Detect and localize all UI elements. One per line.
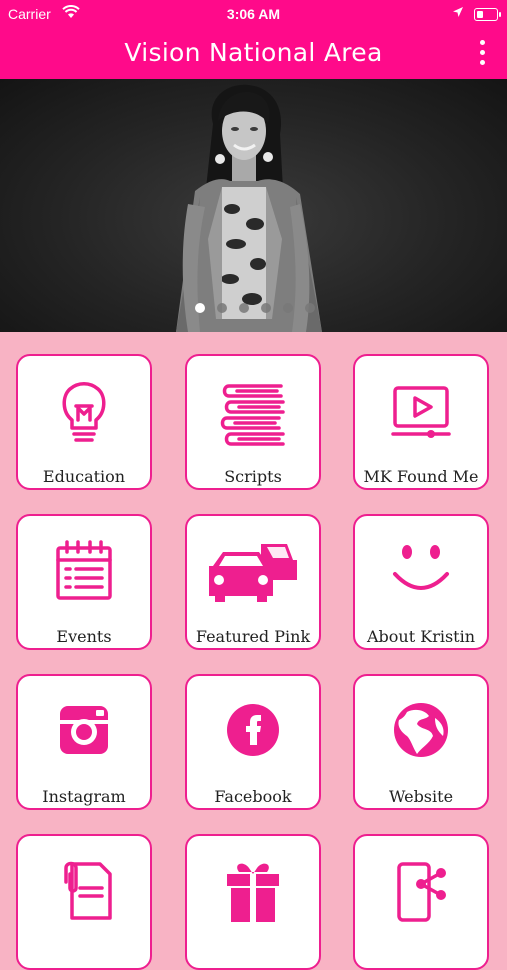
hero-banner[interactable] (0, 79, 507, 332)
video-player-icon (391, 386, 451, 438)
tile-label: Education (42, 467, 126, 486)
phone-share-icon (397, 862, 446, 922)
app-header: Vision National Area (0, 28, 507, 79)
tile-label: Events (56, 627, 112, 646)
tile-gifts[interactable] (185, 834, 321, 970)
tile-about-kristin[interactable]: About Kristin (353, 514, 489, 650)
cars-icon (209, 544, 297, 602)
facebook-icon (227, 704, 279, 756)
gift-icon (227, 863, 279, 922)
tile-label: About Kristin (366, 627, 476, 646)
page-title: Vision National Area (124, 38, 383, 67)
battery-icon (474, 8, 501, 21)
instagram-icon (60, 706, 108, 754)
tile-label: Scripts (224, 467, 282, 486)
more-vertical-icon[interactable] (474, 40, 492, 66)
tile-label: MK Found Me (363, 467, 479, 486)
clock: 3:06 AM (226, 6, 281, 22)
tile-education[interactable]: Education (16, 354, 152, 490)
globe-icon (394, 703, 448, 757)
hero-photo (176, 84, 322, 332)
tile-scripts[interactable]: Scripts (185, 354, 321, 490)
tile-label: Instagram (42, 787, 126, 806)
tile-label: Website (388, 787, 454, 806)
tile-mk-found-me[interactable]: MK Found Me (353, 354, 489, 490)
books-icon (220, 384, 285, 446)
tile-instagram[interactable]: Instagram (16, 674, 152, 810)
tile-events[interactable]: Events (16, 514, 152, 650)
tile-website[interactable]: Website (353, 674, 489, 810)
status-bar: Carrier 3:06 AM (0, 0, 507, 28)
tile-label: Featured Pink (195, 627, 311, 646)
calendar-icon (56, 540, 112, 600)
document-paperclip-icon (64, 861, 112, 920)
lightbulb-icon (62, 382, 106, 442)
tile-facebook[interactable]: Facebook (185, 674, 321, 810)
smiley-icon (393, 545, 449, 590)
tile-documents[interactable] (16, 834, 152, 970)
tile-featured-pink[interactable]: Featured Pink (185, 514, 321, 650)
location-arrow-icon (453, 7, 463, 17)
tile-label: Facebook (214, 787, 292, 806)
tile-share[interactable] (353, 834, 489, 970)
